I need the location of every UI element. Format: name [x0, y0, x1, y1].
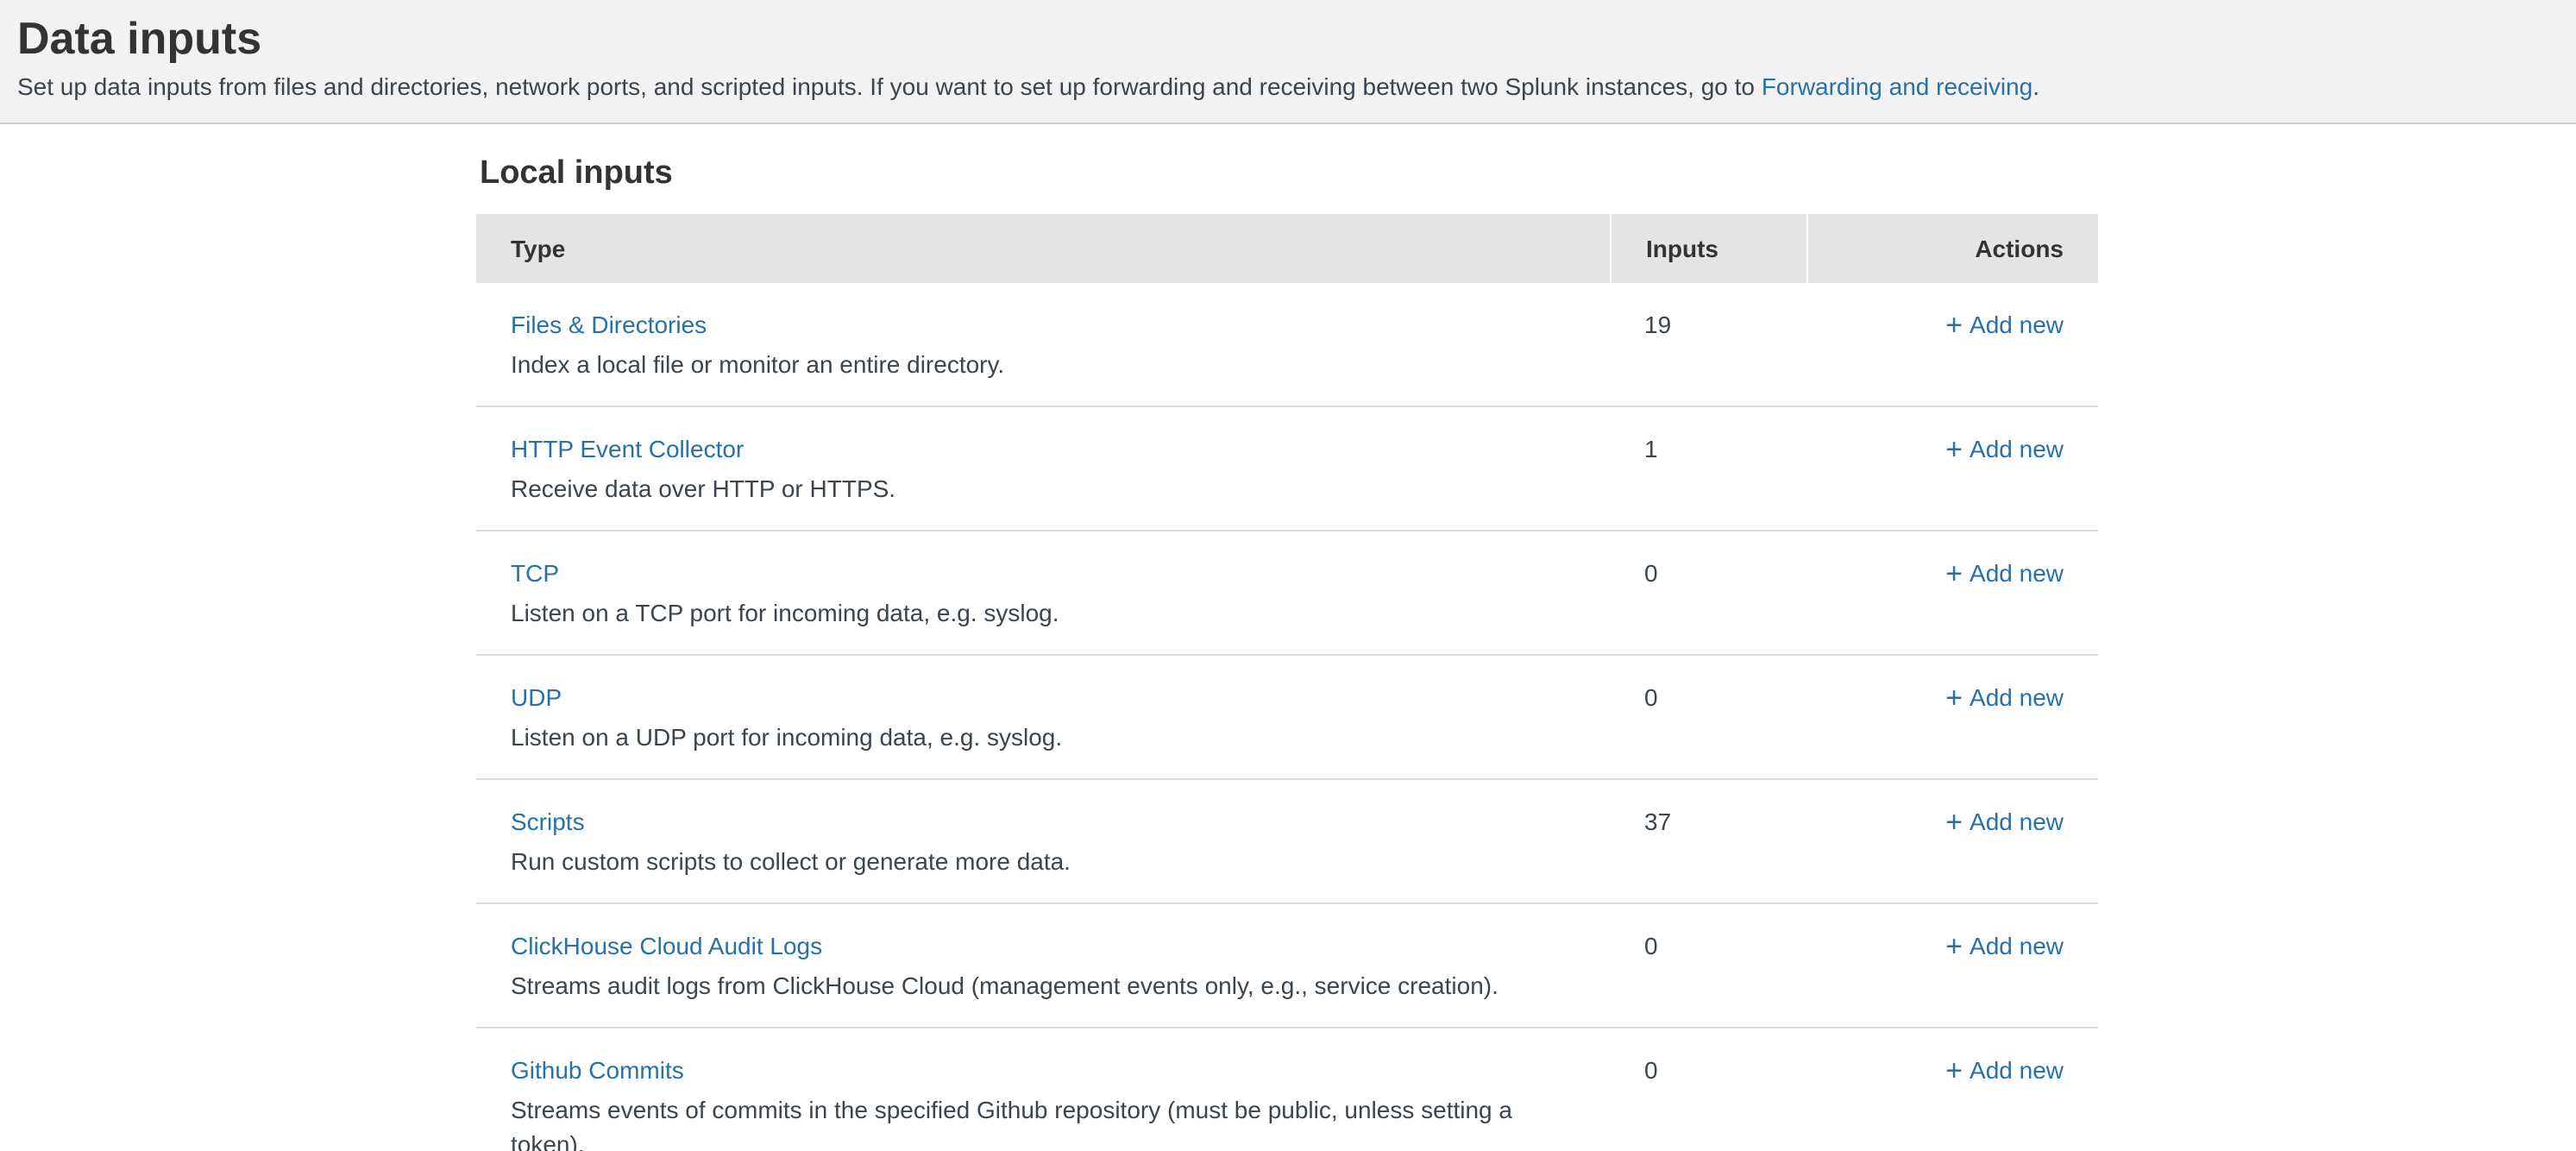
- table-row: Github Commits Streams events of commits…: [476, 1027, 2098, 1151]
- actions-cell: +Add new: [1806, 531, 2098, 654]
- plus-icon: +: [1945, 930, 1963, 965]
- type-cell: ClickHouse Cloud Audit Logs Streams audi…: [476, 904, 1610, 1027]
- input-type-link[interactable]: UDP: [511, 680, 562, 714]
- add-new-label: Add new: [1970, 435, 2064, 462]
- actions-cell: + Add new: [1806, 904, 2098, 1027]
- data-inputs-page: Data inputs Set up data inputs from file…: [0, 0, 2576, 1151]
- input-type-description: Listen on a UDP port for incoming data, …: [511, 720, 1575, 754]
- local-inputs-table: Type Inputs Actions Files & Directories …: [476, 214, 2098, 1151]
- table-row: TCP Listen on a TCP port for incoming da…: [476, 530, 2098, 654]
- table-row: Scripts Run custom scripts to collect or…: [476, 778, 2098, 903]
- add-new-link[interactable]: +Add new: [1945, 683, 2064, 711]
- input-type-description: Streams audit logs from ClickHouse Cloud…: [511, 968, 1575, 1003]
- table-header-row: Type Inputs Actions: [476, 214, 2098, 283]
- content-area: Local inputs Type Inputs Actions Files &…: [0, 124, 2576, 1151]
- plus-icon: +: [1945, 309, 1963, 343]
- inputs-count: 37: [1610, 780, 1806, 903]
- input-type-description: Streams events of commits in the specifi…: [511, 1092, 1575, 1151]
- column-header-actions: Actions: [1806, 214, 2098, 283]
- input-type-description: Run custom scripts to collect or generat…: [511, 844, 1575, 878]
- type-cell: Files & Directories Index a local file o…: [476, 283, 1610, 406]
- section-title-local-inputs: Local inputs: [480, 155, 2576, 193]
- page-subtitle: Set up data inputs from files and direct…: [17, 71, 2559, 102]
- plus-icon: +: [1945, 1054, 1963, 1089]
- table-row: Files & Directories Index a local file o…: [476, 283, 2098, 406]
- inputs-count: 19: [1610, 283, 1806, 406]
- forwarding-and-receiving-link[interactable]: Forwarding and receiving: [1762, 72, 2033, 100]
- input-type-description: Index a local file or monitor an entire …: [511, 347, 1575, 381]
- plus-icon: +: [1945, 806, 1963, 840]
- add-new-label: Add new: [1970, 808, 2064, 835]
- input-type-link[interactable]: TCP: [511, 556, 559, 590]
- add-new-label: Add new: [1970, 559, 2064, 587]
- actions-cell: +Add new: [1806, 1028, 2098, 1151]
- input-type-link[interactable]: Scripts: [511, 804, 585, 839]
- inputs-count: 0: [1610, 531, 1806, 654]
- add-new-label: Add new: [1970, 683, 2064, 711]
- input-type-link[interactable]: Github Commits: [511, 1053, 684, 1087]
- column-header-type[interactable]: Type: [476, 214, 1610, 283]
- plus-icon: +: [1945, 682, 1963, 716]
- subtitle-text: Set up data inputs from files and direct…: [17, 72, 1762, 100]
- add-new-link[interactable]: +Add new: [1945, 311, 2064, 338]
- inputs-count: 0: [1610, 656, 1806, 778]
- actions-cell: + Add new: [1806, 407, 2098, 530]
- add-new-link[interactable]: +Add new: [1945, 1056, 2064, 1084]
- add-new-link[interactable]: +Add new: [1945, 932, 2064, 959]
- add-new-label: Add new: [1970, 932, 2064, 959]
- type-cell: HTTP Event Collector Receive data over H…: [476, 407, 1610, 530]
- add-new-link[interactable]: +Add new: [1945, 435, 2064, 462]
- plus-icon: +: [1945, 557, 1963, 592]
- input-type-link[interactable]: Files & Directories: [511, 307, 707, 342]
- input-type-link[interactable]: HTTP Event Collector: [511, 431, 744, 466]
- type-cell: Github Commits Streams events of commits…: [476, 1028, 1610, 1151]
- table-row: HTTP Event Collector Receive data over H…: [476, 406, 2098, 530]
- actions-cell: +Add new: [1806, 656, 2098, 778]
- column-header-inputs: Inputs: [1610, 214, 1806, 283]
- add-new-link[interactable]: +Add new: [1945, 559, 2064, 587]
- add-new-label: Add new: [1970, 311, 2064, 338]
- input-type-description: Receive data over HTTP or HTTPS.: [511, 471, 1575, 506]
- subtitle-period: .: [2033, 72, 2039, 100]
- add-new-label: Add new: [1970, 1056, 2064, 1084]
- inputs-count: 0: [1610, 904, 1806, 1027]
- type-cell: Scripts Run custom scripts to collect or…: [476, 780, 1610, 903]
- table-row: UDP Listen on a UDP port for incoming da…: [476, 654, 2098, 778]
- page-title: Data inputs: [17, 9, 2559, 67]
- table-row: ClickHouse Cloud Audit Logs Streams audi…: [476, 903, 2098, 1027]
- actions-cell: + Add new: [1806, 780, 2098, 903]
- plus-icon: +: [1945, 433, 1963, 468]
- inputs-count: 0: [1610, 1028, 1806, 1151]
- actions-cell: + Add new: [1806, 283, 2098, 406]
- input-type-link[interactable]: ClickHouse Cloud Audit Logs: [511, 928, 822, 963]
- inputs-count: 1: [1610, 407, 1806, 530]
- add-new-link[interactable]: +Add new: [1945, 808, 2064, 835]
- input-type-description: Listen on a TCP port for incoming data, …: [511, 595, 1575, 630]
- type-cell: UDP Listen on a UDP port for incoming da…: [476, 656, 1610, 778]
- page-header: Data inputs Set up data inputs from file…: [0, 0, 2576, 124]
- type-cell: TCP Listen on a TCP port for incoming da…: [476, 531, 1610, 654]
